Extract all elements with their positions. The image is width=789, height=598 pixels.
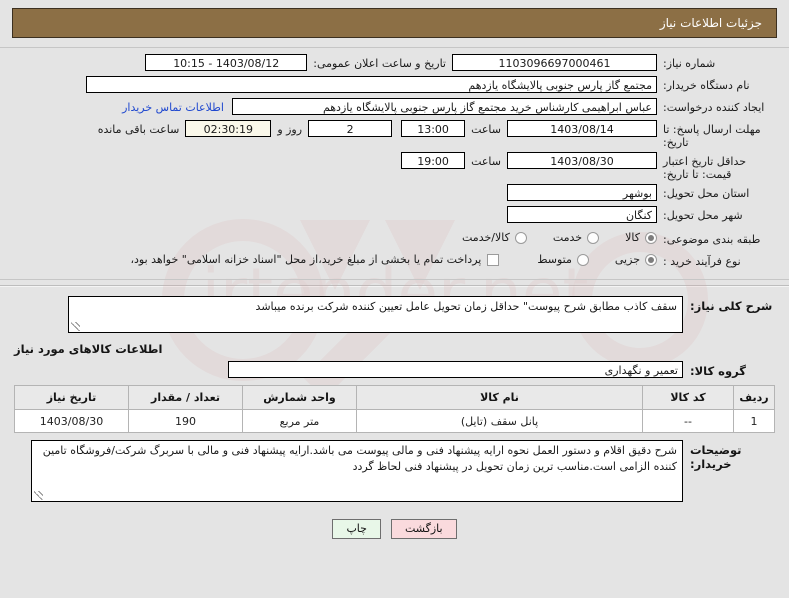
th-quantity: تعداد / مقدار [128,385,243,410]
remaining-days-value: 2 [308,120,393,137]
goods-group-value: تعمیر و نگهداری [228,361,683,378]
creator-value: عباس ابراهیمی کارشناس خرید مجتمع گاز پار… [232,98,657,115]
back-button[interactable]: بازگشت [390,519,457,539]
buyer-notes-label: توضیحات خریدار: [690,443,742,471]
remaining-days-label: روز و [277,123,303,136]
goods-group-label: گروه کالا: [690,364,746,378]
countdown-suffix-label: ساعت باقی مانده [97,123,180,136]
items-table: ردیف کد کالا نام کالا واحد شمارش تعداد /… [14,385,775,433]
row-price-validity: حداقل تاریخ اعتبار قیمت: تا تاریخ: 1403/… [14,152,775,181]
radio-icon-khedmat[interactable] [587,231,600,244]
goods-section-title: اطلاعات کالاهای مورد نیاز [14,342,163,356]
price-validity-date: 1403/08/30 [507,152,657,169]
items-table-container: ردیف کد کالا نام کالا واحد شمارش تعداد /… [0,378,789,433]
radio-subject-kala-khedmat[interactable]: کالا/خدمت [462,231,527,244]
row-buyer-org: نام دستگاه خریدار: مجتمع گاز پارس جنوبی … [14,76,775,95]
buyer-contact-link[interactable]: اطلاعات تماس خریدار [114,98,232,114]
action-button-bar: بازگشت چاپ [0,502,789,539]
row-buyer-notes: توضیحات خریدار: شرح دقیق اقلام و دستور ا… [0,433,789,502]
row-goods-group: گروه کالا: تعمیر و نگهداری [0,359,789,378]
province-value: بوشهر [507,184,657,201]
th-unit: واحد شمارش [242,385,357,410]
radio-icon-motavaset[interactable] [576,253,589,266]
row-city: شهر محل تحویل: کنگان [14,206,775,225]
radio-process-motavaset[interactable]: متوسط [537,253,589,266]
reply-deadline-date: 1403/08/14 [507,120,657,137]
table-header-row: ردیف کد کالا نام کالا واحد شمارش تعداد /… [14,385,775,410]
process-type-label: نوع فرآیند خرید : [663,254,741,268]
buyer-org-label: نام دستگاه خریدار: [663,79,750,92]
radio-icon-jozei[interactable] [645,253,657,266]
province-label: استان محل تحویل: [663,187,750,200]
need-summary-textarea[interactable]: سقف کاذب مطابق شرح پیوست" حداقل زمان تحو… [68,296,683,333]
price-validity-hour-label: ساعت [471,155,501,168]
creator-label: ایجاد کننده درخواست: [663,101,765,114]
radio-label-motavaset: متوسط [537,253,572,266]
th-name: نام کالا [356,385,643,410]
row-process-type: نوع فرآیند خرید : جزیی متوسط پرداخت تمام… [14,250,775,269]
titlebar-container: جزئیات اطلاعات نیاز [0,0,789,38]
page-header-bar: جزئیات اطلاعات نیاز [12,8,777,38]
buyer-notes-textarea[interactable]: شرح دقیق اقلام و دستور العمل نحوه ارایه … [31,440,683,502]
row-creator: ایجاد کننده درخواست: عباس ابراهیمی کارشن… [14,98,775,117]
need-number-value: 1103096697000461 [452,54,657,71]
cell-name: پانل سقف (تایل) [356,409,643,433]
need-summary-label: شرح کلی نیاز: [690,299,773,313]
print-button[interactable]: چاپ [332,519,381,539]
row-reply-deadline: مهلت ارسال پاسخ: تا تاریخ: 1403/08/14 سا… [14,120,775,149]
radio-subject-kala[interactable]: کالا [625,231,657,244]
radio-process-jozei[interactable]: جزیی [615,253,657,266]
reply-hour-label: ساعت [471,123,501,136]
row-need-summary: شرح کلی نیاز: سقف کاذب مطابق شرح پیوست" … [0,287,789,333]
public-announce-label: تاریخ و ساعت اعلان عمومی: [313,57,446,70]
page-title: جزئیات اطلاعات نیاز [659,16,762,30]
need-details-panel: شماره نیاز: 1103096697000461 تاریخ و ساع… [0,47,789,280]
cell-quantity: 190 [128,409,243,433]
th-need-date: تاریخ نیاز [14,385,129,410]
reply-deadline-time: 13:00 [401,120,466,137]
city-label: شهر محل تحویل: [663,209,743,222]
cell-code: -- [642,409,734,433]
countdown-timer: 02:30:19 [185,120,272,137]
public-announce-value: 1403/08/12 - 10:15 [145,54,308,71]
reply-deadline-label: مهلت ارسال پاسخ: تا تاریخ: [663,123,761,149]
radio-label-khedmat: خدمت [552,231,583,244]
row-province: استان محل تحویل: بوشهر [14,184,775,203]
cell-need-date: 1403/08/30 [14,409,129,433]
radio-subject-khedmat[interactable]: خدمت [552,231,600,244]
radio-icon-kala[interactable] [645,231,657,244]
radio-label-jozei: جزیی [614,253,640,266]
treasury-checkbox-label: پرداخت تمام یا بخشی از مبلغ خرید،از محل … [130,253,482,266]
radio-label-kala: کالا [625,231,640,244]
th-radif: ردیف [733,385,775,410]
table-row: 1 -- پانل سقف (تایل) متر مربع 190 1403/0… [14,409,775,433]
row-subject-classification: طبقه بندی موضوعی: کالا خدمت کالا/خدمت [14,228,775,247]
treasury-checkbox-group[interactable]: پرداخت تمام یا بخشی از مبلغ خرید،از محل … [130,253,500,266]
th-code: کد کالا [642,385,734,410]
radio-icon-kala-khedmat[interactable] [514,231,527,244]
price-validity-time: 19:00 [401,152,466,169]
subject-class-label: طبقه بندی موضوعی: [663,232,761,246]
buyer-org-value: مجتمع گاز پارس جنوبی پالایشگاه یازدهم [86,76,657,93]
city-value: کنگان [507,206,657,223]
cell-unit: متر مربع [242,409,357,433]
price-validity-label: حداقل تاریخ اعتبار قیمت: تا تاریخ: [663,155,747,181]
checkbox-icon-treasury[interactable] [487,253,500,266]
cell-radif: 1 [733,409,775,433]
need-number-label: شماره نیاز: [663,57,716,70]
row-need-number: شماره نیاز: 1103096697000461 تاریخ و ساع… [14,54,775,73]
radio-label-kala-khedmat: کالا/خدمت [462,231,510,244]
